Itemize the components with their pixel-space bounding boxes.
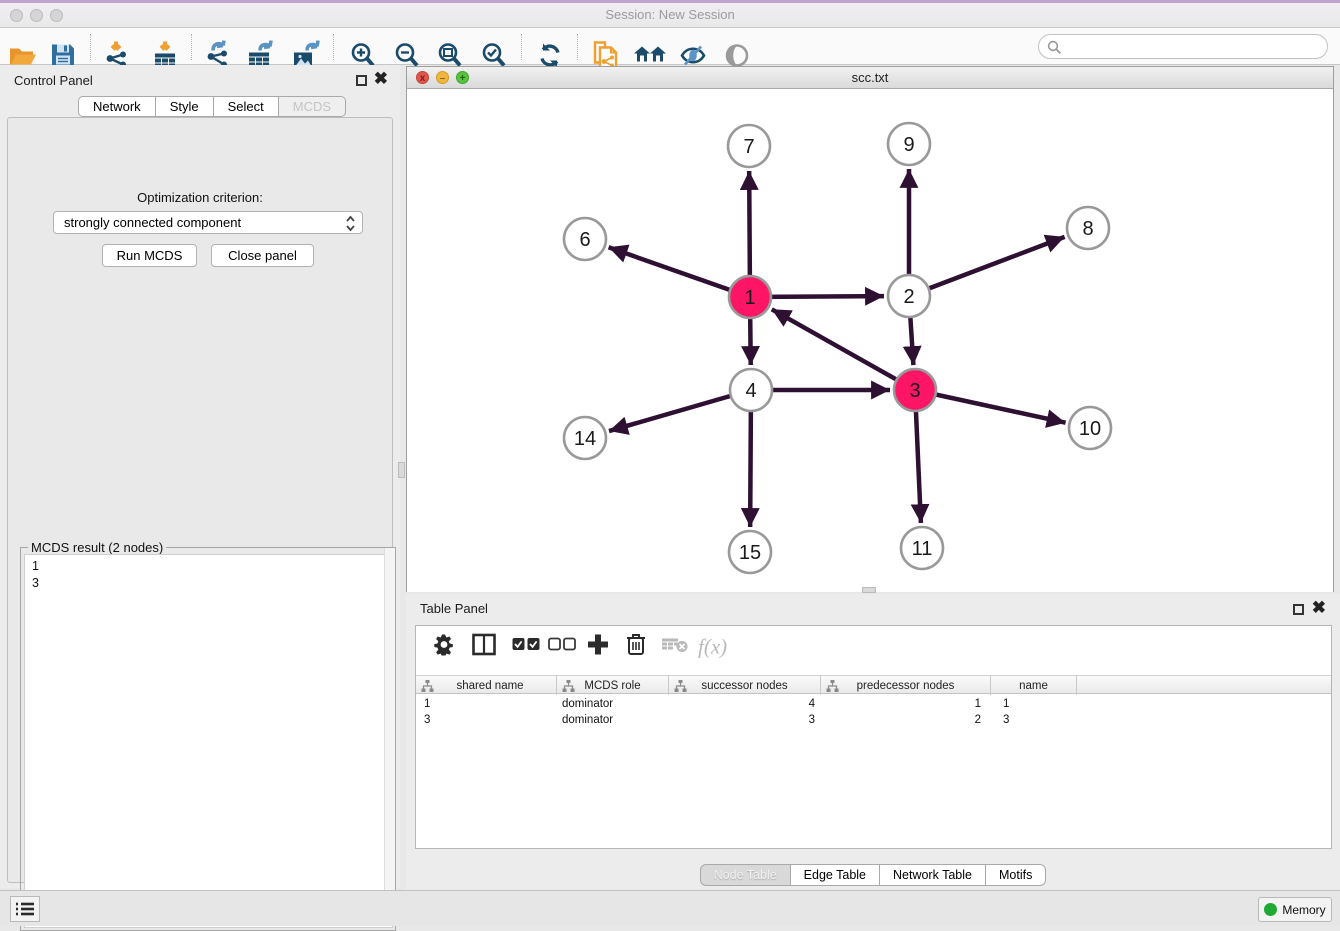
- column-type-icon: [562, 680, 575, 692]
- tab-network[interactable]: Network: [78, 96, 156, 117]
- close-panel-button[interactable]: Close panel: [211, 244, 314, 267]
- svg-text:8: 8: [1082, 218, 1093, 240]
- tab-network-table[interactable]: Network Table: [880, 864, 986, 886]
- column-panel-icon[interactable]: [472, 634, 496, 661]
- mcds-result-group: MCDS result (2 nodes) 1 3: [20, 547, 396, 931]
- mcds-result-text[interactable]: 1 3: [24, 554, 393, 928]
- table-toolbar: f(x): [416, 626, 1331, 668]
- tab-edge-table[interactable]: Edge Table: [791, 864, 880, 886]
- run-mcds-button[interactable]: Run MCDS: [102, 244, 197, 267]
- list-icon: [16, 902, 34, 916]
- delete-table-icon: [661, 636, 689, 659]
- select-stepper-icon: [346, 215, 355, 232]
- table-close-panel-icon[interactable]: ✖: [1312, 602, 1326, 613]
- table-header-row: shared name MCDS role successor nodes pr…: [416, 675, 1331, 694]
- graph-edge-2-8[interactable]: [909, 237, 1065, 296]
- tab-select[interactable]: Select: [214, 96, 279, 117]
- float-panel-icon[interactable]: [356, 73, 367, 91]
- graph-node-2[interactable]: 2: [888, 275, 930, 317]
- select-none-icon[interactable]: [548, 638, 576, 657]
- memory-label: Memory: [1282, 903, 1325, 917]
- graph-node-3[interactable]: 3: [894, 369, 936, 411]
- column-header-name[interactable]: name: [991, 676, 1077, 695]
- svg-text:10: 10: [1079, 418, 1101, 440]
- table-row[interactable]: 3 dominator 3 2 3: [416, 712, 1331, 728]
- memory-button[interactable]: Memory: [1258, 897, 1332, 922]
- svg-text:15: 15: [739, 542, 761, 564]
- column-header-shared-name[interactable]: shared name: [416, 676, 557, 695]
- main-toolbar: [0, 28, 1340, 65]
- table-row[interactable]: 1 dominator 4 1 1: [416, 696, 1331, 712]
- svg-text:11: 11: [912, 538, 933, 560]
- close-panel-icon[interactable]: ✖: [374, 73, 388, 84]
- graph-node-7[interactable]: 7: [728, 125, 770, 167]
- svg-text:3: 3: [909, 380, 920, 402]
- column-header-predecessor-nodes[interactable]: predecessor nodes: [821, 676, 991, 695]
- column-type-icon: [674, 680, 687, 692]
- table-float-panel-icon[interactable]: [1293, 602, 1304, 620]
- mcds-tab-content: Optimization criterion: strongly connect…: [7, 117, 393, 883]
- svg-text:7: 7: [743, 136, 754, 158]
- table-tabs: Node Table Edge Table Network Table Moti…: [406, 864, 1340, 886]
- column-header-filler: [1077, 676, 1331, 695]
- svg-text:4: 4: [745, 380, 756, 402]
- task-history-button[interactable]: [10, 896, 40, 922]
- column-header-successor-nodes[interactable]: successor nodes: [669, 676, 821, 695]
- network-canvas[interactable]: 7 9 6 8 1 2 4 3 14 10 15 11: [407, 89, 1333, 592]
- search-icon: [1047, 40, 1062, 55]
- network-window: x – + scc.txt 7 9 6 8 1 2 4 3 14 10 15 11: [406, 66, 1334, 592]
- svg-text:1: 1: [744, 287, 755, 309]
- graph-node-1[interactable]: 1: [729, 276, 771, 318]
- column-header-mcds-role[interactable]: MCDS role: [557, 676, 669, 695]
- graph-edge-1-6[interactable]: [609, 247, 750, 297]
- graph-node-14[interactable]: 14: [564, 417, 606, 459]
- add-row-icon[interactable]: [587, 634, 609, 661]
- delete-row-icon[interactable]: [626, 633, 646, 661]
- svg-text:14: 14: [574, 428, 596, 450]
- graph-node-8[interactable]: 8: [1067, 207, 1109, 249]
- control-panel: Control Panel ✖ Network Style Select MCD…: [0, 65, 400, 888]
- node-table: f(x) shared name MCDS role successor nod…: [415, 625, 1332, 849]
- graph-edge-3-10[interactable]: [915, 390, 1066, 423]
- status-bar: Memory: [0, 890, 1340, 926]
- graph-svg: 7 9 6 8 1 2 4 3 14 10 15 11: [407, 89, 1333, 592]
- graph-node-15[interactable]: 15: [729, 531, 771, 573]
- search-input[interactable]: [1065, 37, 1320, 56]
- mcds-result-scrollbar[interactable]: [384, 548, 395, 920]
- network-window-titlebar[interactable]: x – + scc.txt: [407, 67, 1333, 89]
- control-panel-tabs: Network Style Select MCDS: [78, 96, 346, 117]
- criterion-select[interactable]: strongly connected component: [53, 211, 363, 234]
- graph-node-4[interactable]: 4: [730, 369, 772, 411]
- graph-edge-3-1[interactable]: [772, 309, 915, 390]
- window-title: Session: New Session: [0, 7, 1340, 22]
- memory-status-icon: [1264, 903, 1277, 916]
- tab-motifs[interactable]: Motifs: [986, 864, 1046, 886]
- select-all-icon[interactable]: [512, 638, 540, 657]
- svg-text:2: 2: [903, 286, 914, 308]
- graph-edges: [609, 169, 1066, 527]
- search-field[interactable]: [1038, 34, 1328, 59]
- column-type-icon: [826, 680, 839, 692]
- table-panel: Table Panel ✖: [406, 594, 1340, 890]
- graph-node-6[interactable]: 6: [564, 218, 606, 260]
- column-type-icon: [421, 680, 434, 692]
- control-panel-title: Control Panel: [14, 73, 93, 88]
- svg-text:6: 6: [579, 229, 590, 251]
- tab-mcds[interactable]: MCDS: [279, 96, 346, 117]
- optimization-criterion-label: Optimization criterion:: [8, 190, 392, 205]
- vertical-splitter-handle[interactable]: [398, 462, 405, 478]
- function-builder-icon: f(x): [698, 635, 727, 660]
- horizontal-splitter-handle[interactable]: [862, 587, 876, 593]
- table-panel-title: Table Panel: [420, 601, 488, 616]
- window-titlebar: Session: New Session: [0, 0, 1340, 28]
- table-settings-icon[interactable]: [434, 634, 456, 661]
- mcds-result-title: MCDS result (2 nodes): [28, 540, 166, 555]
- tab-node-table[interactable]: Node Table: [700, 864, 791, 886]
- graph-node-9[interactable]: 9: [888, 123, 930, 165]
- graph-node-10[interactable]: 10: [1069, 407, 1111, 449]
- graph-node-11[interactable]: 11: [901, 527, 943, 569]
- tab-style[interactable]: Style: [156, 96, 214, 117]
- network-window-title: scc.txt: [407, 70, 1333, 85]
- svg-text:9: 9: [903, 134, 914, 156]
